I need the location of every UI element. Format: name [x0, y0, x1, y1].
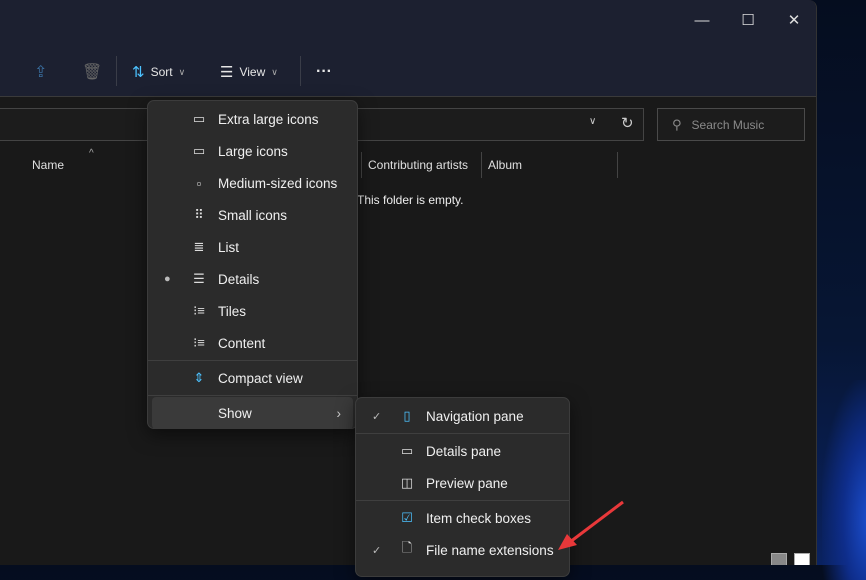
menu-item-medium-icons[interactable]: ▫ Medium-sized icons	[152, 167, 353, 199]
menu-label: Tiles	[218, 303, 247, 319]
menu-item-extra-large-icons[interactable]: ▭ Extra large icons	[152, 103, 353, 135]
list-icon: ≣	[193, 239, 205, 254]
menu-label: Item check boxes	[426, 510, 532, 526]
menu-item-show[interactable]: Show ›	[152, 397, 353, 429]
close-button[interactable]: ✕	[774, 8, 814, 34]
grid-icon: ⠿	[194, 207, 204, 222]
chevron-down-icon: ∨	[271, 66, 278, 77]
menu-item-large-icons[interactable]: ▭ Large icons	[152, 135, 353, 167]
details-pane-icon: ▭	[400, 443, 414, 458]
menu-item-item-check-boxes[interactable]: ☑ Item check boxes	[360, 502, 565, 534]
menu-label: Compact view	[218, 370, 303, 386]
chevron-down-icon[interactable]: ∨	[589, 116, 596, 127]
monitor-icon: ▭	[192, 143, 206, 158]
menu-item-details-pane[interactable]: ▭ Details pane	[360, 435, 565, 467]
view-icon: ☰	[220, 64, 234, 81]
sort-icon: ⇅	[132, 64, 145, 81]
menu-label: Medium-sized icons	[218, 175, 338, 191]
red-arrow-annotation	[558, 500, 624, 550]
view-menu: ▭ Extra large icons ▭ Large icons ▫ Medium-…	[147, 100, 358, 429]
column-header-contributing-artists[interactable]: Contributing artists	[368, 158, 468, 172]
checkmark-icon: ✓	[372, 544, 382, 557]
menu-label: Small icons	[218, 207, 288, 223]
view-label: View	[239, 65, 266, 79]
menu-item-small-icons[interactable]: ⠿ Small icons	[152, 199, 353, 231]
menu-label: Details pane	[426, 443, 502, 459]
menu-label: Content	[218, 335, 266, 351]
menu-item-compact-view[interactable]: ⇕ Compact view	[152, 362, 353, 394]
column-header-album[interactable]: Album	[488, 158, 522, 172]
menu-label: List	[218, 239, 240, 255]
sort-button[interactable]: ⇅ Sort ∨	[132, 58, 185, 86]
menu-item-file-name-extensions[interactable]: ✓ 🗋 File name extensions	[360, 534, 565, 566]
menu-label: Navigation pane	[426, 408, 524, 424]
menu-item-navigation-pane[interactable]: ✓ ▯ Navigation pane	[360, 400, 565, 432]
empty-folder-message: This folder is empty.	[357, 193, 464, 207]
menu-item-details[interactable]: ● ☰ Details	[152, 263, 353, 295]
column-header-name[interactable]: Name	[32, 158, 64, 172]
divider	[300, 56, 301, 86]
preview-pane-icon: ◫	[400, 475, 414, 490]
details-icon: ☰	[193, 271, 205, 286]
checkbox-folder-icon: ☑	[401, 510, 413, 525]
monitor-icon: ▫	[196, 175, 202, 191]
menu-label: Show	[218, 405, 252, 421]
search-placeholder: Search Music	[691, 117, 765, 132]
compact-icon: ⇕	[193, 370, 205, 385]
search-input[interactable]: ⚲ Search Music	[657, 108, 805, 141]
minimize-button[interactable]: —	[682, 8, 722, 34]
monitor-icon: ▭	[192, 111, 206, 126]
share-icon[interactable]: ⇪	[34, 58, 47, 86]
menu-label: Large icons	[218, 143, 288, 159]
menu-item-tiles[interactable]: ⁝≡ Tiles	[152, 295, 353, 327]
sort-label: Sort	[150, 65, 173, 79]
show-submenu: ✓ ▯ Navigation pane ▭ Details pane ◫ Preview…	[355, 397, 570, 577]
column-divider[interactable]	[617, 152, 618, 178]
view-button[interactable]: ☰ View ∨	[220, 58, 278, 86]
menu-item-content[interactable]: ⁝≡ Content	[152, 327, 353, 359]
file-icon: 🗋	[401, 540, 413, 555]
search-icon: ⚲	[672, 116, 682, 132]
chevron-right-icon: ›	[336, 405, 342, 421]
menu-label: File name extensions	[426, 542, 554, 558]
chevron-down-icon: ∨	[178, 66, 186, 77]
menu-divider	[356, 500, 569, 501]
desktop-wallpaper	[822, 380, 866, 580]
tiles-icon: ⁝≡	[193, 303, 205, 318]
navigation-pane-icon: ▯	[403, 408, 411, 423]
selected-dot-icon: ●	[164, 273, 171, 285]
large-icons-view-toggle[interactable]	[794, 553, 810, 565]
menu-divider	[148, 360, 357, 361]
menu-label: Extra large icons	[218, 111, 319, 127]
menu-item-list[interactable]: ≣ List	[152, 231, 353, 263]
more-options-button[interactable]: ···	[316, 58, 332, 86]
column-divider[interactable]	[361, 152, 362, 178]
refresh-icon[interactable]: ↻	[621, 114, 634, 132]
menu-divider	[356, 433, 569, 434]
menu-label: Details	[218, 271, 260, 287]
sort-ascending-icon: ^	[89, 148, 94, 159]
divider	[116, 56, 117, 86]
delete-icon[interactable]: 🗑	[82, 58, 102, 86]
details-view-toggle[interactable]	[771, 553, 787, 565]
menu-divider	[148, 395, 357, 396]
title-bar: — ☐ ✕ ⇪ 🗑 ⇅ Sort ∨ ☰ View ∨ ···	[0, 0, 816, 97]
maximize-button[interactable]: ☐	[728, 8, 768, 34]
column-divider[interactable]	[481, 152, 482, 178]
content-icon: ⁝≡	[193, 335, 205, 350]
menu-item-preview-pane[interactable]: ◫ Preview pane	[360, 467, 565, 499]
checkmark-icon: ✓	[372, 410, 382, 423]
menu-label: Preview pane	[426, 475, 508, 491]
